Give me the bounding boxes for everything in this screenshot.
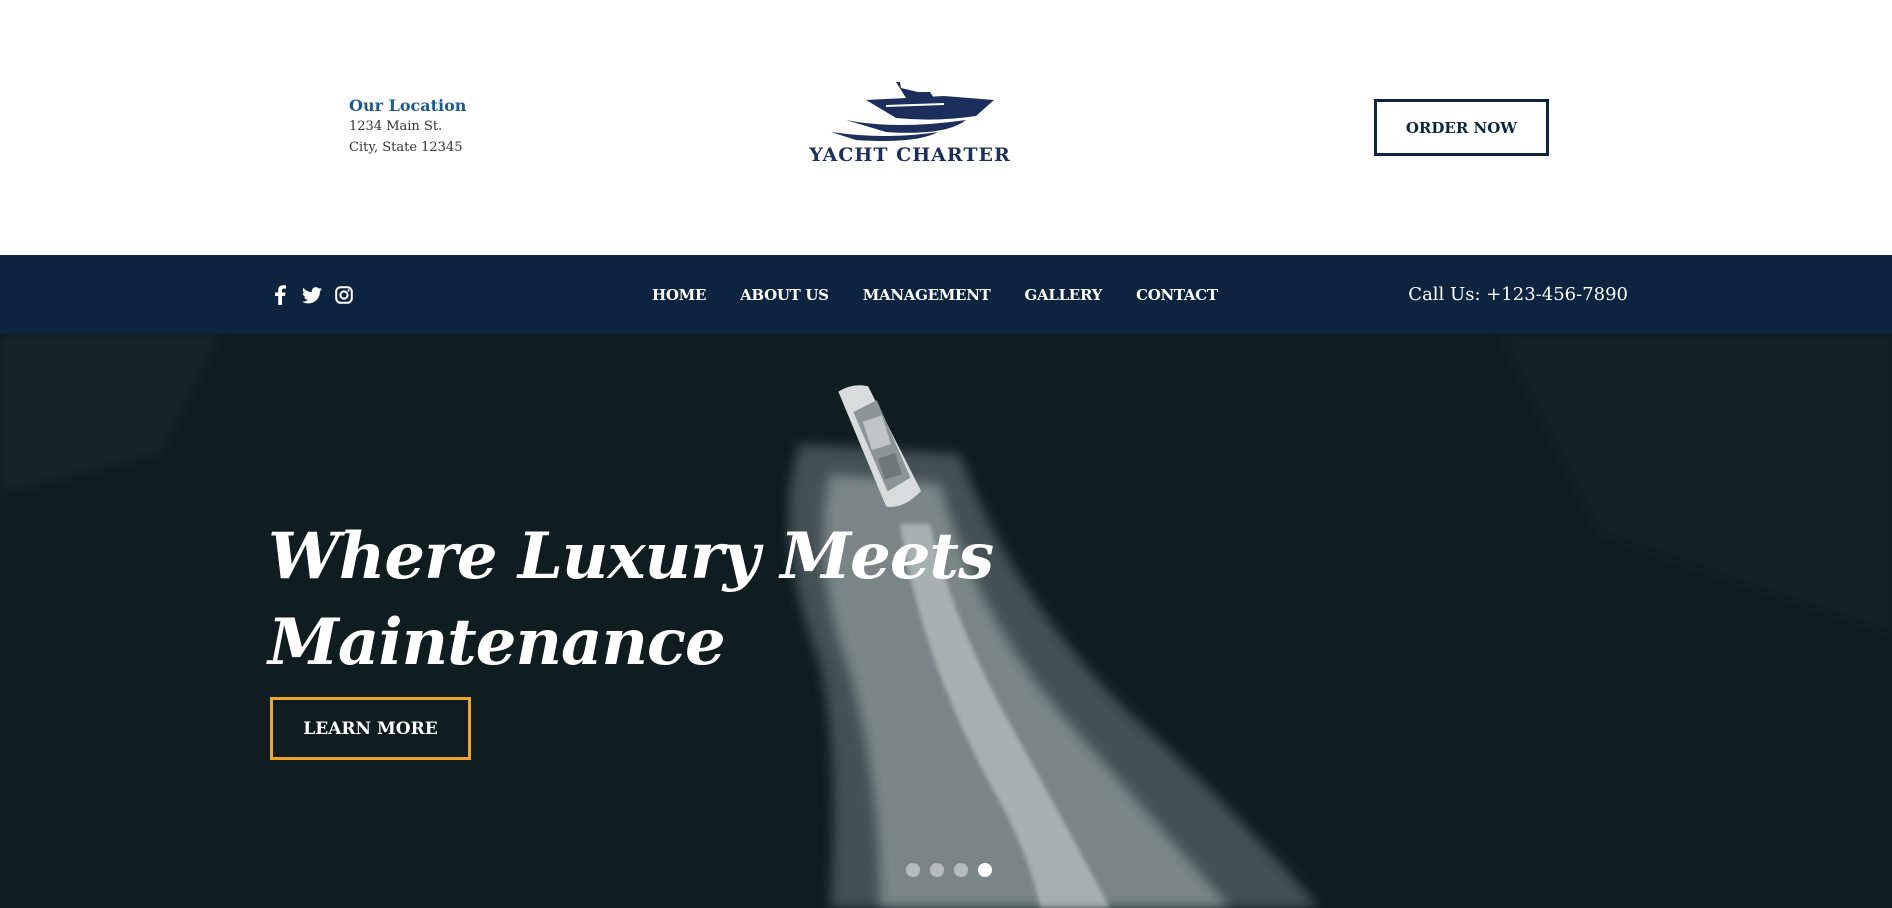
- slider-dots: [906, 863, 992, 877]
- hero-headline-line2: Maintenance: [268, 605, 726, 680]
- main-navbar: HOME ABOUT US MANAGEMENT GALLERY CONTACT…: [0, 255, 1892, 334]
- yacht-logo-icon: [831, 82, 994, 141]
- order-now-button[interactable]: ORDER NOW: [1374, 99, 1549, 156]
- nav-home[interactable]: HOME: [652, 286, 706, 304]
- location-address-line2: City, State 12345: [349, 140, 463, 155]
- hero-headline: Where Luxury Meets Maintenance: [268, 514, 994, 686]
- nav-menu: HOME ABOUT US MANAGEMENT GALLERY CONTACT: [652, 255, 1252, 334]
- call-us-phone[interactable]: Call Us: +123-456-7890: [1408, 255, 1628, 334]
- nav-contact[interactable]: CONTACT: [1136, 286, 1218, 304]
- nav-gallery[interactable]: GALLERY: [1024, 286, 1102, 304]
- learn-more-button[interactable]: LEARN MORE: [270, 697, 471, 760]
- slider-dot-1[interactable]: [906, 863, 920, 877]
- hero-section: Where Luxury Meets Maintenance LEARN MOR…: [0, 334, 1892, 908]
- slider-dot-2[interactable]: [930, 863, 944, 877]
- facebook-icon[interactable]: [270, 285, 290, 305]
- twitter-icon[interactable]: [302, 285, 322, 305]
- hero-headline-line1: Where Luxury Meets: [268, 519, 994, 594]
- slider-dot-4[interactable]: [978, 863, 992, 877]
- location-block: Our Location 1234 Main St. City, State 1…: [349, 96, 466, 158]
- social-links: [270, 285, 354, 305]
- location-address-line1: 1234 Main St.: [349, 119, 443, 134]
- slider-dot-3[interactable]: [954, 863, 968, 877]
- nav-about-us[interactable]: ABOUT US: [740, 286, 829, 304]
- top-header: Our Location 1234 Main St. City, State 1…: [0, 0, 1892, 255]
- nav-management[interactable]: MANAGEMENT: [863, 286, 991, 304]
- instagram-icon[interactable]: [334, 285, 354, 305]
- location-title: Our Location: [349, 96, 467, 115]
- site-logo[interactable]: YACHT CHARTER: [800, 78, 1020, 168]
- logo-text: YACHT CHARTER: [809, 144, 1011, 166]
